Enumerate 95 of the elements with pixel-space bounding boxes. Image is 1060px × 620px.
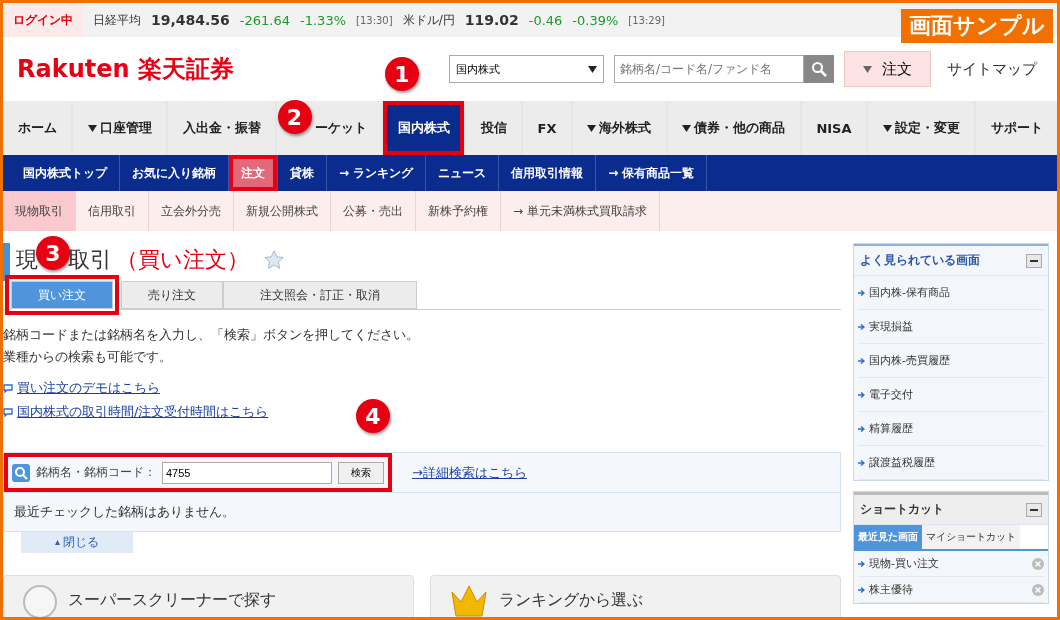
sidebar-link[interactable]: 実現損益 xyxy=(858,310,1044,344)
crown-icon xyxy=(449,584,489,617)
caret-icon xyxy=(588,65,597,73)
order-type-tab[interactable]: 新株予約権 xyxy=(416,191,501,231)
nav-tab[interactable]: 入出金・振替 xyxy=(168,101,275,155)
star-icon[interactable] xyxy=(263,249,285,271)
nav-tab[interactable]: 海外株式 xyxy=(572,101,666,155)
close-button[interactable]: 閉じる xyxy=(21,532,133,553)
order-type-tab[interactable]: 公募・売出 xyxy=(331,191,416,231)
nav-tab[interactable]: ホーム xyxy=(3,101,71,155)
quote-percent: -1.33% xyxy=(300,12,346,28)
caret-icon xyxy=(863,65,872,73)
quote-value: 119.02 xyxy=(464,12,519,28)
speech-bubble-icon xyxy=(3,383,13,393)
order-type-tab[interactable]: 立会外分売 xyxy=(149,191,234,231)
feature-card[interactable]: スーパースクリーナーで探す xyxy=(3,575,414,617)
stock-code-input[interactable]: 4755 xyxy=(162,461,332,484)
page-title: 現 xyxy=(16,246,38,274)
help-link[interactable]: 国内株式の取引時間/注文受付時間はこちら xyxy=(3,400,269,424)
quote-change: -0.46 xyxy=(528,12,563,28)
nav-tab[interactable]: 投信 xyxy=(466,101,521,155)
nav-tab[interactable]: サポート xyxy=(976,101,1057,155)
collapse-button[interactable] xyxy=(1026,502,1042,517)
quote-name: 日経平均 xyxy=(93,11,141,29)
shortcut-tab[interactable]: マイショートカット xyxy=(922,525,1020,549)
search-icon xyxy=(12,463,30,482)
quote-time: [13:29] xyxy=(628,14,665,26)
page-title: 取引 xyxy=(68,246,112,274)
order-tab[interactable]: 売り注文 xyxy=(121,281,223,309)
feature-card[interactable]: ランキングから選ぶ xyxy=(430,575,841,617)
search-icon xyxy=(811,61,827,77)
instruction-text: 銘柄コードまたは銘柄名を入力し、「検索」ボタンを押してください。 xyxy=(3,326,420,344)
order-type-tab[interactable]: → 単元未満株式買取請求 xyxy=(501,191,660,231)
minus-icon xyxy=(1030,508,1038,511)
quote-time: [13:30] xyxy=(356,14,393,26)
quote-value: 19,484.56 xyxy=(151,12,230,28)
logo[interactable]: Rakuten 楽天証券 xyxy=(17,53,234,85)
step-number-badge: 1 xyxy=(385,57,419,91)
search-button[interactable]: 検索 xyxy=(338,461,384,484)
order-tab[interactable]: 注文照会・訂正・取消 xyxy=(223,281,417,309)
speech-bubble-icon xyxy=(3,407,13,417)
nav-tab[interactable]: 国内株式 xyxy=(383,101,464,155)
nav-tab[interactable]: NISA xyxy=(801,101,867,155)
nav-tab[interactable]: 設定・変更 xyxy=(868,101,975,155)
caret-icon xyxy=(587,124,597,132)
sidebar-link[interactable]: 国内株-売買履歴 xyxy=(858,344,1044,378)
caret-icon xyxy=(882,124,892,132)
order-type-tab[interactable]: 信用取引 xyxy=(76,191,149,231)
caret-icon xyxy=(87,124,97,132)
help-link[interactable]: 買い注文のデモはこちら xyxy=(3,376,160,400)
nav-tab[interactable]: FX xyxy=(523,101,571,155)
arrow-icon xyxy=(858,560,865,567)
close-icon[interactable] xyxy=(1032,557,1044,570)
arrow-icon xyxy=(858,459,865,466)
advanced-search-link[interactable]: →詳細検索はこちら xyxy=(412,460,527,485)
arrow-icon xyxy=(858,391,865,398)
sidebar-link[interactable]: 電子交付 xyxy=(858,378,1044,412)
quote-change: -261.64 xyxy=(239,12,290,28)
caret-icon xyxy=(682,124,692,132)
sample-label: 画面サンプル xyxy=(901,9,1053,43)
nav-tab[interactable]: 債券・他の商品 xyxy=(667,101,800,155)
nav-tab[interactable]: 口座管理 xyxy=(73,101,166,155)
arrow-icon xyxy=(858,289,865,296)
step-number-badge: 4 xyxy=(356,399,390,433)
page-subtitle: （買い注文） xyxy=(116,246,249,274)
close-icon[interactable] xyxy=(1032,583,1044,596)
shortcut-link[interactable]: 現物-買い注文 xyxy=(858,551,1044,577)
collapse-button[interactable] xyxy=(1026,253,1042,268)
sidebar-link[interactable]: 精算履歴 xyxy=(858,412,1044,446)
step-number-badge: 2 xyxy=(277,100,312,134)
caret-icon xyxy=(55,540,60,545)
arrow-icon xyxy=(858,425,865,432)
category-select[interactable]: 国内株式 xyxy=(449,55,604,83)
panel-title: ショートカット xyxy=(860,501,944,518)
order-button[interactable]: 注文 xyxy=(844,51,931,87)
field-label: 銘柄名・銘柄コード： xyxy=(36,464,156,481)
instruction-text: 業種からの検索も可能です。 xyxy=(3,348,173,366)
sidebar-link[interactable]: 譲渡益税履歴 xyxy=(858,446,1044,480)
arrow-icon xyxy=(858,586,865,593)
order-type-tab[interactable]: 新規公開株式 xyxy=(234,191,331,231)
quote-name: 米ドル/円 xyxy=(402,11,455,29)
nav-tab[interactable]: 2 ーケット xyxy=(277,101,381,155)
arrow-icon xyxy=(858,357,865,364)
panel-title: よく見られている画面 xyxy=(860,252,980,269)
sitemap-link[interactable]: サイトマップ xyxy=(941,59,1043,79)
quote-percent: -0.39% xyxy=(572,12,619,28)
search-field[interactable]: 銘柄名/コード名/ファンド名 xyxy=(614,55,804,83)
login-status: ログイン中 xyxy=(3,3,83,37)
minus-icon xyxy=(1030,259,1038,262)
sidebar-link[interactable]: 国内株-保有商品 xyxy=(858,276,1044,310)
order-type-tab[interactable]: 現物取引 xyxy=(3,191,76,231)
search-button[interactable] xyxy=(804,55,834,83)
empty-message: 最近チェックした銘柄はありません。 xyxy=(13,503,236,521)
shortcut-link[interactable]: 株主優待 xyxy=(858,577,1044,603)
arrow-icon xyxy=(858,323,865,330)
